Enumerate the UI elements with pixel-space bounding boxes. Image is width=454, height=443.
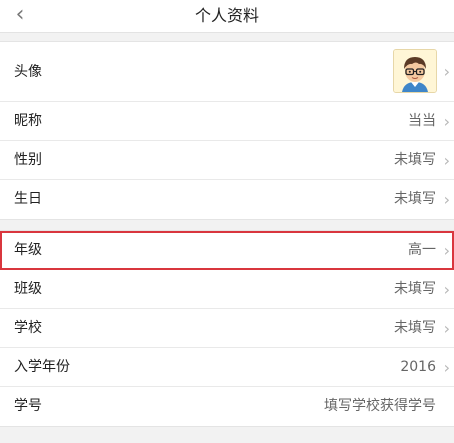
row-nickname[interactable]: 昵称 当当 › xyxy=(0,102,454,141)
row-label: 昵称 xyxy=(14,113,42,129)
page-title: 个人资料 xyxy=(194,6,259,25)
chevron-right-icon: › xyxy=(443,112,450,131)
chevron-right-icon: › xyxy=(443,280,450,299)
row-school[interactable]: 学校 未填写 › xyxy=(0,309,454,348)
row-label: 入学年份 xyxy=(14,359,70,375)
row-label: 性别 xyxy=(14,152,42,168)
basic-info-group: 头像 › 昵称 当当 › 性别 未填写 › 生日 未填写 › xyxy=(0,41,454,220)
row-label: 头像 xyxy=(14,64,42,80)
row-label: 学校 xyxy=(14,320,42,336)
avatar-image xyxy=(393,49,437,93)
row-value: 当当 xyxy=(408,113,436,129)
chevron-right-icon: › xyxy=(443,358,450,377)
row-class[interactable]: 班级 未填写 › xyxy=(0,270,454,309)
row-label: 年级 xyxy=(14,242,42,258)
row-value: 高一 xyxy=(408,242,436,258)
row-label: 班级 xyxy=(14,281,42,297)
row-value: 未填写 xyxy=(394,191,436,207)
row-value: 未填写 xyxy=(394,152,436,168)
row-label: 生日 xyxy=(14,191,42,207)
chevron-right-icon: › xyxy=(443,319,450,338)
chevron-right-icon: › xyxy=(443,151,450,170)
school-info-group: 年级 高一 › 班级 未填写 › 学校 未填写 › 入学年份 2016 › 学号… xyxy=(0,230,454,427)
row-avatar[interactable]: 头像 › xyxy=(0,42,454,102)
chevron-right-icon: › xyxy=(443,190,450,209)
top-nav-bar: ‹ 个人资料 xyxy=(0,0,454,33)
row-value: 未填写 xyxy=(394,320,436,336)
row-value: 未填写 xyxy=(394,281,436,297)
boy-avatar-icon xyxy=(394,50,436,92)
row-value: 2016 xyxy=(400,359,436,375)
row-student-id[interactable]: 学号 填写学校获得学号 xyxy=(0,387,454,426)
chevron-right-icon: › xyxy=(443,62,450,81)
row-label: 学号 xyxy=(14,398,42,414)
row-grade[interactable]: 年级 高一 › xyxy=(0,231,454,270)
chevron-right-icon: › xyxy=(443,241,450,260)
row-enrollment-year[interactable]: 入学年份 2016 › xyxy=(0,348,454,387)
row-value: 填写学校获得学号 xyxy=(324,398,436,414)
row-birthday[interactable]: 生日 未填写 › xyxy=(0,180,454,219)
row-gender[interactable]: 性别 未填写 › xyxy=(0,141,454,180)
